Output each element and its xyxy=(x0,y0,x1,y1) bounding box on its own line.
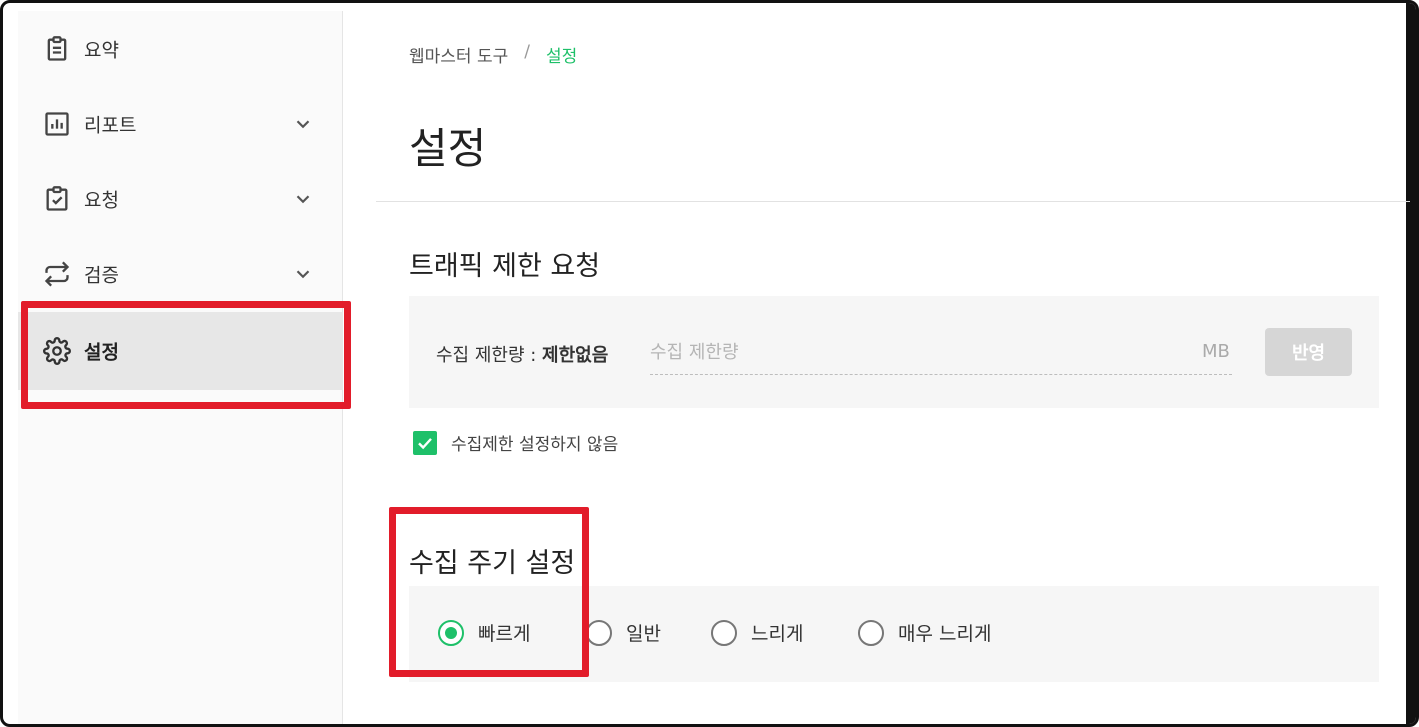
radio-label: 느리게 xyxy=(751,623,804,645)
radio-label: 매우 느리게 xyxy=(898,623,992,645)
apply-button[interactable]: 반영 xyxy=(1265,328,1352,376)
limit-value: 제한없음 xyxy=(542,345,609,366)
limit-input[interactable] xyxy=(650,330,1232,375)
radio-label: 일반 xyxy=(626,623,661,645)
sidebar-item-label: 검증 xyxy=(84,264,119,287)
sidebar-item-label: 리포트 xyxy=(84,114,137,137)
radio-option-very-slow[interactable]: 매우 느리게 xyxy=(858,619,991,646)
page-title: 설정 xyxy=(409,124,487,173)
highlight-box-crawl-cycle xyxy=(389,507,589,677)
sidebar-item-report[interactable]: 리포트 xyxy=(18,86,343,162)
radio-option-slow[interactable]: 느리게 xyxy=(711,619,803,646)
breadcrumb: 웹마스터 도구 / 설정 xyxy=(409,42,577,67)
sidebar-item-label: 요청 xyxy=(84,189,119,212)
breadcrumb-current: 설정 xyxy=(545,47,578,67)
breadcrumb-root[interactable]: 웹마스터 도구 xyxy=(409,42,508,67)
clipboard-icon xyxy=(47,36,67,61)
header-divider xyxy=(376,201,1410,202)
chevron-down-icon[interactable] xyxy=(292,113,314,135)
radio-button[interactable] xyxy=(711,619,737,646)
no-limit-checkbox[interactable] xyxy=(413,430,437,455)
sidebar-item-request[interactable]: 요청 xyxy=(18,161,343,237)
sidebar-item-summary[interactable]: 요약 xyxy=(18,11,343,87)
traffic-limit-panel: 수집 제한량 : 제한없음 MB 반영 xyxy=(409,296,1379,408)
highlight-box-settings xyxy=(21,301,351,409)
repeat-icon xyxy=(44,261,70,287)
chevron-down-icon[interactable] xyxy=(292,188,314,210)
app-window: 요약 리포트 요청 검증 설정 웹마스터 도구 / 설정 설정 트래픽 제한 요… xyxy=(0,0,1419,727)
breadcrumb-separator: / xyxy=(524,42,530,62)
sidebar-item-label: 요약 xyxy=(84,39,119,62)
clipboard-check-icon xyxy=(46,186,68,211)
check-icon xyxy=(418,437,432,449)
bar-chart-icon xyxy=(45,112,69,136)
radio-button[interactable] xyxy=(586,619,612,646)
unit-label: MB xyxy=(1202,341,1230,362)
traffic-limit-title: 트래픽 제한 요청 xyxy=(409,251,601,282)
chevron-down-icon[interactable] xyxy=(292,263,314,285)
no-limit-checkbox-label: 수집제한 설정하지 않음 xyxy=(451,435,619,455)
radio-option-normal[interactable]: 일반 xyxy=(586,619,661,646)
no-limit-checkbox-row[interactable]: 수집제한 설정하지 않음 xyxy=(413,430,618,455)
radio-button[interactable] xyxy=(858,619,884,646)
limit-label-text: 수집 제한량 : xyxy=(436,345,537,366)
limit-label: 수집 제한량 : 제한없음 xyxy=(436,341,608,367)
